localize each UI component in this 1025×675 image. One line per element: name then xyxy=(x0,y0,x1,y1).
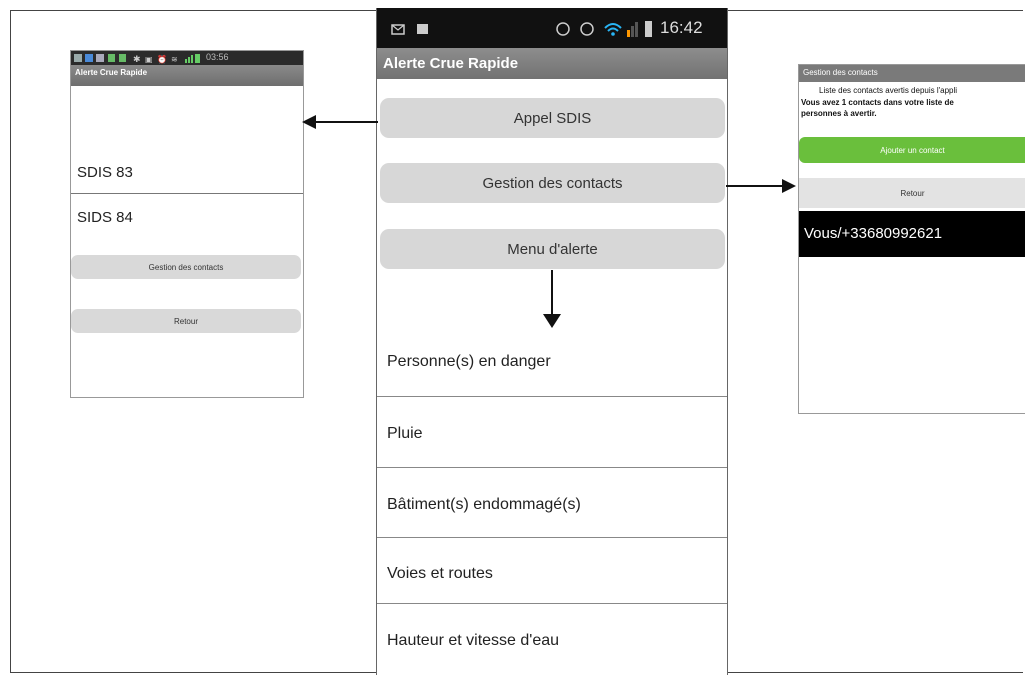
list-item[interactable]: Bâtiment(s) endommagé(s) xyxy=(377,467,727,538)
app-icon xyxy=(119,54,126,62)
bluetooth-icon: ✱ xyxy=(133,55,141,65)
battery-icon xyxy=(195,54,200,63)
back-button[interactable]: Retour xyxy=(71,309,301,333)
wifi-icon xyxy=(604,23,622,29)
list-item-sdis83[interactable]: SDIS 83 xyxy=(77,164,133,181)
alarm-icon: ⏰ xyxy=(157,54,167,64)
left-phone-screen: ✱ ▣ ⏰ ≋ 03:56 Alerte Crue Rapide SDIS 83… xyxy=(70,50,304,398)
image-icon xyxy=(96,54,104,62)
app-title: Alerte Crue Rapide xyxy=(383,55,519,72)
arrow-down-icon xyxy=(543,270,561,328)
alert-item-label: Pluie xyxy=(387,425,423,442)
image-icon xyxy=(417,24,428,34)
app-icon xyxy=(85,54,93,62)
call-sdis-button[interactable]: Appel SDIS xyxy=(380,98,725,138)
alert-menu-button[interactable]: Menu d'alerte xyxy=(380,229,725,269)
contacts-button[interactable]: Gestion des contacts xyxy=(380,163,725,203)
list-item[interactable]: Hauteur et vitesse d'eau xyxy=(377,603,727,675)
battery-icon xyxy=(645,21,652,37)
right-phone-screen: Gestion des contacts Liste des contacts … xyxy=(798,64,1025,414)
center-phone-screen: 16:42 Alerte Crue Rapide Appel SDIS Gest… xyxy=(376,8,728,675)
nfc-icon: ▣ xyxy=(145,55,153,64)
list-item[interactable]: Voies et routes xyxy=(377,537,727,604)
status-bar: ✱ ▣ ⏰ ≋ 03:56 xyxy=(71,51,303,65)
alarm-icon xyxy=(580,22,594,36)
list-header: Liste des contacts avertis depuis l'appl… xyxy=(819,86,958,95)
app-icon xyxy=(74,54,82,62)
list-item[interactable]: Pluie xyxy=(377,396,727,467)
status-time: 03:56 xyxy=(206,52,229,62)
title-bar: Alerte Crue Rapide xyxy=(377,48,727,79)
status-time: 16:42 xyxy=(660,18,703,37)
screen-title: Gestion des contacts xyxy=(803,68,878,77)
info-line-2: personnes à avertir. xyxy=(801,109,877,118)
alert-item-label: Hauteur et vitesse d'eau xyxy=(387,632,560,649)
app-icon xyxy=(108,54,115,62)
wifi-icon: ≋ xyxy=(171,55,178,64)
status-icons: ✱ ▣ ⏰ ≋ xyxy=(74,54,200,65)
rotation-icon xyxy=(556,22,570,36)
app-title: Alerte Crue Rapide xyxy=(75,68,148,77)
alert-item-label: Personne(s) en danger xyxy=(387,353,551,370)
arrow-left-icon xyxy=(302,115,378,129)
contact-label: Vous/+33680992621 xyxy=(804,225,943,242)
divider xyxy=(71,193,303,194)
contacts-button[interactable]: Gestion des contacts xyxy=(71,255,301,279)
status-bar: 16:42 xyxy=(377,8,727,48)
title-bar: Gestion des contacts xyxy=(799,65,1025,82)
back-button[interactable]: Retour xyxy=(799,178,1025,208)
contact-row[interactable]: Vous/+33680992621 xyxy=(799,211,1025,257)
signal-icon xyxy=(627,30,630,37)
alert-item-label: Voies et routes xyxy=(387,565,493,582)
list-item[interactable]: Personne(s) en danger xyxy=(377,328,727,396)
title-bar: Alerte Crue Rapide xyxy=(71,65,303,86)
list-item-sids84[interactable]: SIDS 84 xyxy=(77,209,133,226)
add-contact-button[interactable]: Ajouter un contact xyxy=(799,137,1025,163)
arrow-right-icon xyxy=(726,179,796,193)
info-line-1: Vous avez 1 contacts dans votre liste de xyxy=(801,98,954,107)
alert-item-label: Bâtiment(s) endommagé(s) xyxy=(387,496,581,513)
signal-icon xyxy=(185,59,187,63)
